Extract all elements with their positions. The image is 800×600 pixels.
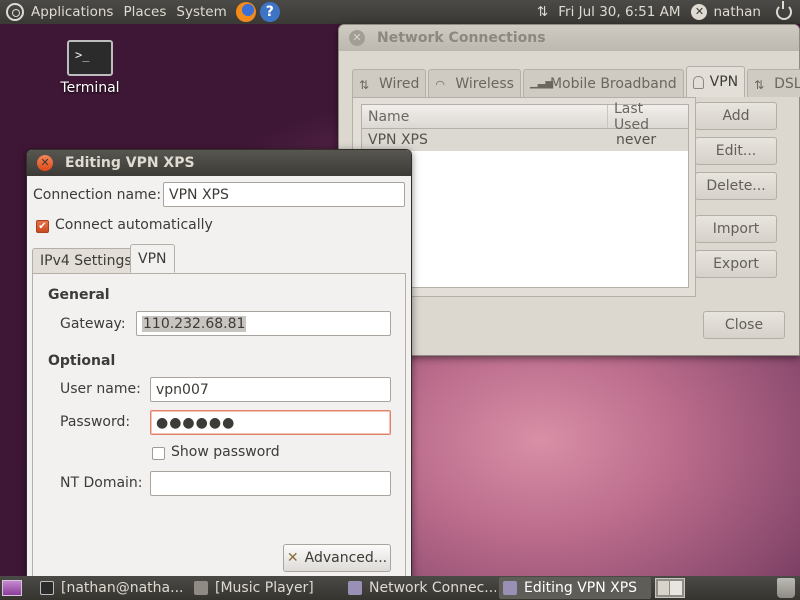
connection-name-label: Connection name: — [33, 187, 162, 203]
workspace-2[interactable] — [670, 581, 682, 595]
nc-tabs: ⇅ Wired ◠ Wireless ▁▃▅ Mobile Broadband … — [352, 66, 800, 97]
edit-titlebar[interactable]: ✕ Editing VPN XPS — [27, 150, 411, 176]
tools-icon: ✕ — [286, 550, 299, 566]
top-panel-indicators: ⇅ Fri Jul 30, 6:51 AM ✕ nathan — [532, 0, 800, 24]
terminal-label: Terminal — [60, 80, 120, 96]
workspace-switcher[interactable] — [655, 578, 685, 598]
close-icon[interactable]: ✕ — [37, 155, 53, 171]
row-last-used: never — [616, 132, 657, 148]
bottom-panel: [nathan@natha... [Music Player] Network … — [0, 576, 800, 600]
tab-wired[interactable]: ⇅ Wired — [352, 69, 427, 97]
task-terminal[interactable]: [nathan@natha... — [36, 577, 184, 599]
gateway-label: Gateway: — [60, 316, 126, 332]
lock-icon — [692, 75, 704, 89]
vpn-tab-panel: General Gateway: 110.232.68.81 Optional … — [32, 273, 406, 583]
tab-wireless-label: Wireless — [455, 75, 514, 92]
workspace-1[interactable] — [658, 581, 669, 595]
import-button[interactable]: Import — [695, 215, 777, 243]
network-icon — [503, 581, 517, 595]
password-input[interactable]: ●●●●●● — [150, 410, 391, 435]
close-button[interactable]: Close — [703, 311, 785, 339]
task-editing-vpn-label: Editing VPN XPS — [524, 580, 638, 596]
show-password-checkbox[interactable] — [152, 447, 165, 460]
connection-name-input[interactable]: VPN XPS — [163, 182, 405, 207]
applications-menu[interactable]: Applications — [26, 4, 118, 20]
task-network-connections-label: Network Connec... — [369, 580, 496, 596]
tab-mobile-broadband-label: Mobile Broadband — [549, 75, 677, 92]
tab-dsl[interactable]: ⇅ DSL — [747, 69, 800, 97]
editing-vpn-window: ✕ Editing VPN XPS Connection name: VPN X… — [26, 149, 412, 583]
desktop-terminal-launcher[interactable]: >_ Terminal — [52, 40, 128, 96]
places-menu[interactable]: Places — [118, 4, 171, 20]
nc-title: Network Connections — [377, 30, 546, 46]
dsl-icon: ⇅ — [754, 77, 765, 92]
add-button[interactable]: Add — [695, 102, 777, 130]
export-button[interactable]: Export — [695, 250, 777, 278]
advanced-button-label: Advanced... — [304, 550, 388, 566]
tab-vpn[interactable]: VPN — [685, 66, 746, 97]
gateway-input[interactable]: 110.232.68.81 — [136, 311, 391, 336]
clock[interactable]: Fri Jul 30, 6:51 AM — [553, 4, 685, 20]
connect-automatically-checkbox[interactable]: ✔ — [36, 220, 49, 233]
terminal-icon: >_ — [67, 40, 113, 76]
task-terminal-label: [nathan@natha... — [61, 580, 184, 596]
connect-automatically-label[interactable]: Connect automatically — [55, 217, 213, 233]
tab-vpn-label: VPN — [709, 74, 739, 90]
username-label: User name: — [60, 381, 141, 397]
advanced-button[interactable]: ✕ Advanced... — [283, 544, 391, 572]
user-status-icon[interactable]: ✕ — [691, 4, 708, 20]
general-section-label: General — [48, 287, 110, 303]
system-menu[interactable]: System — [171, 4, 231, 20]
tab-wireless[interactable]: ◠ Wireless — [428, 69, 521, 97]
edit-button[interactable]: Edit... — [695, 137, 777, 165]
tab-vpn[interactable]: VPN — [130, 244, 175, 273]
gateway-value: 110.232.68.81 — [142, 315, 247, 332]
power-icon[interactable] — [776, 1, 792, 20]
show-password-label[interactable]: Show password — [171, 444, 280, 460]
top-panel: Applications Places System ? ⇅ Fri Jul 3… — [0, 0, 800, 24]
column-header-last-used[interactable]: Last Used — [608, 101, 688, 133]
ubuntu-logo-icon[interactable] — [6, 3, 24, 21]
password-label: Password: — [60, 414, 131, 430]
edit-title: Editing VPN XPS — [65, 155, 195, 171]
table-row[interactable]: VPN XPS never — [362, 129, 688, 151]
user-name[interactable]: nathan — [713, 4, 766, 20]
delete-button[interactable]: Delete... — [695, 172, 777, 200]
nt-domain-input[interactable] — [150, 471, 391, 496]
music-player-icon — [194, 581, 208, 595]
task-music-player-label: [Music Player] — [215, 580, 314, 596]
optional-section-label: Optional — [48, 353, 116, 369]
wireless-icon: ◠ — [435, 77, 445, 91]
network-arrows-icon[interactable]: ⇅ — [532, 4, 553, 20]
tab-dsl-label: DSL — [774, 75, 800, 92]
terminal-icon — [40, 581, 54, 595]
task-editing-vpn[interactable]: Editing VPN XPS — [499, 577, 651, 599]
task-network-connections[interactable]: Network Connec... — [344, 577, 496, 599]
list-header: Name Last Used — [362, 101, 688, 133]
network-icon — [348, 581, 362, 595]
column-header-name[interactable]: Name — [362, 105, 608, 128]
tab-mobile-broadband[interactable]: ▁▃▅ Mobile Broadband — [522, 69, 684, 97]
firefox-icon[interactable] — [235, 2, 256, 22]
tab-ipv4-settings[interactable]: IPv4 Settings — [32, 248, 140, 273]
wired-icon: ⇅ — [359, 77, 370, 92]
row-name: VPN XPS — [368, 132, 428, 148]
nc-titlebar[interactable]: ✕ Network Connections — [339, 25, 799, 51]
close-icon[interactable]: ✕ — [349, 30, 365, 46]
task-music-player[interactable]: [Music Player] — [190, 577, 340, 599]
username-input[interactable]: vpn007 — [150, 377, 391, 402]
trash-icon[interactable] — [777, 578, 795, 598]
show-desktop-icon[interactable] — [2, 580, 22, 596]
signal-bars-icon: ▁▃▅ — [529, 77, 554, 89]
tab-wired-label: Wired — [379, 75, 420, 92]
nt-domain-label: NT Domain: — [60, 475, 143, 491]
help-icon[interactable]: ? — [259, 2, 280, 22]
